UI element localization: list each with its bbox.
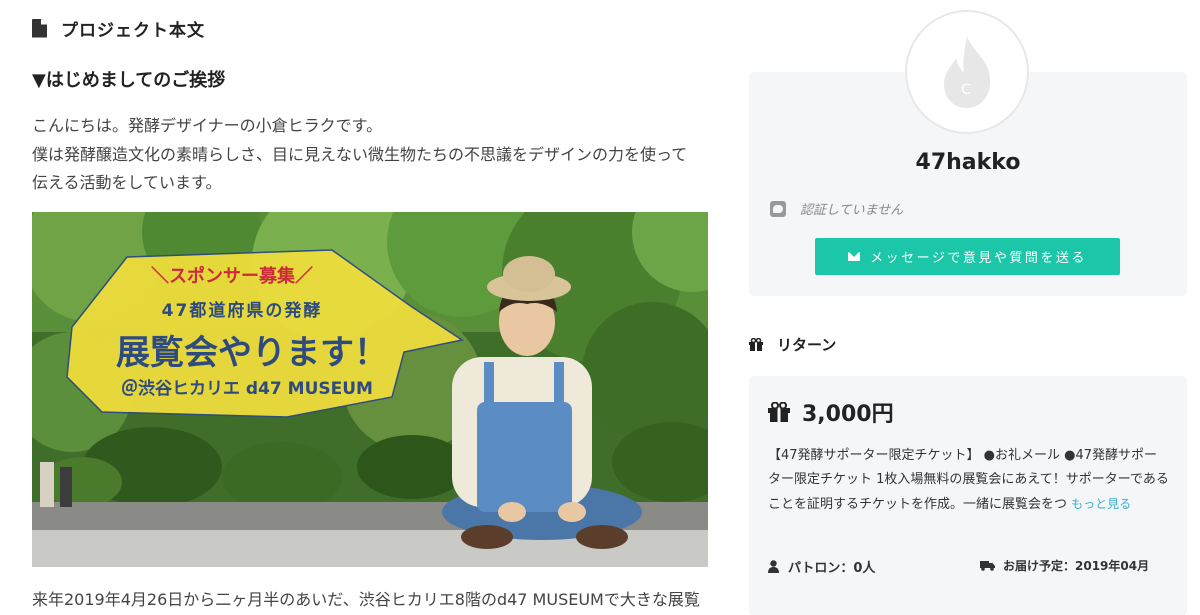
document-icon <box>32 18 47 38</box>
banner-sponsor-text: ＼スポンサー募集／ <box>151 265 313 287</box>
patron-count-label: パトロン：0人 <box>788 561 876 576</box>
returns-title: リターン <box>777 336 837 354</box>
send-message-button[interactable]: メッセージで意見や質問を送る <box>815 238 1120 275</box>
envelope-icon <box>848 252 861 261</box>
intro-line: 僕は発酵醸造文化の素晴らしさ、目に見えない微生物たちの不思議をデザインの力を使っ… <box>32 144 688 164</box>
delivery-date: お届け予定：2019年04月 <box>980 557 1149 574</box>
read-more-link[interactable]: もっと見る <box>1071 497 1131 511</box>
svg-text:C: C <box>961 82 971 98</box>
banner-subtitle: 47都道府県の発酵 <box>162 300 323 321</box>
send-message-label: メッセージで意見や質問を送る <box>870 250 1087 265</box>
body-paragraph: 来年2019年4月26日から二ヶ月半のあいだ、渋谷ヒカリエ8階のd47 MUSE… <box>32 590 700 609</box>
intro-line: 伝える活動をしています。 <box>32 173 222 192</box>
return-description: 【47発酵サポーター限定チケット】 ●お礼メール ●47発酵サポーター限定チケッ… <box>768 444 1170 517</box>
verification-text: 認証していません <box>800 203 904 218</box>
project-photo: ＼スポンサー募集／ 47都道府県の発酵 展覧会やります！ ＠渋谷ヒカリエ d47… <box>32 212 708 567</box>
delivery-date-label: お届け予定：2019年04月 <box>1003 559 1150 573</box>
truck-icon <box>980 561 995 571</box>
gift-icon <box>768 402 790 422</box>
banner-location: ＠渋谷ヒカリエ d47 MUSEUM <box>121 378 373 399</box>
twitter-icon <box>770 200 786 217</box>
gift-icon <box>749 338 763 351</box>
patron-count: パトロン：0人 <box>768 557 875 576</box>
intro-text: こんにちは。発酵デザイナーの小倉ヒラクです。 僕は発酵醸造文化の素晴らしさ、目に… <box>32 112 722 198</box>
greeting-heading: ▼はじめましてのご挨拶 <box>32 70 226 91</box>
user-icon <box>768 560 779 573</box>
banner-headline: 展覧会やります！ <box>116 333 388 373</box>
flame-logo-icon: C <box>944 36 991 108</box>
verification-status: 認証していません <box>770 199 903 218</box>
intro-line: こんにちは。発酵デザイナーの小倉ヒラクです。 <box>32 116 383 135</box>
section-header: プロジェクト本文 <box>32 14 205 42</box>
section-title: プロジェクト本文 <box>61 20 205 41</box>
creator-avatar[interactable]: C <box>905 10 1029 134</box>
creator-username[interactable]: 47hakko <box>749 150 1187 175</box>
return-price-row: 3,000円 <box>768 396 894 428</box>
return-price: 3,000円 <box>802 402 894 427</box>
returns-header: リターン <box>749 334 836 355</box>
